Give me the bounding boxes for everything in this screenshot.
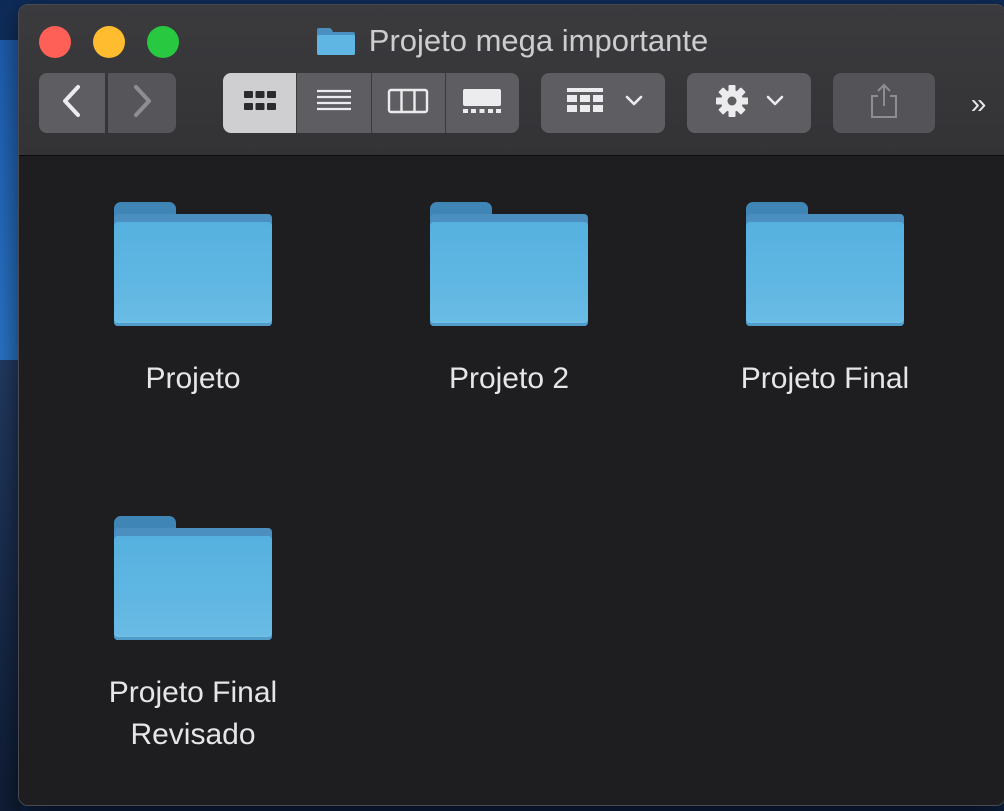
chevron-right-icon xyxy=(130,84,154,123)
chevron-down-icon xyxy=(625,94,643,112)
folder-item[interactable]: Projeto Final xyxy=(705,200,945,400)
chevron-down-icon xyxy=(766,94,784,112)
window-toolbar: Projeto mega importante » xyxy=(19,5,1004,156)
list-view-button[interactable] xyxy=(296,73,371,133)
group-by-icon xyxy=(563,85,607,122)
share-icon xyxy=(868,82,900,125)
icon-view-button[interactable] xyxy=(223,73,297,133)
toolbar-overflow-button[interactable]: » xyxy=(957,85,997,123)
folder-label: Projeto xyxy=(145,362,241,395)
folder-content-area: Projeto Projeto 2 Projeto Final Projeto … xyxy=(19,156,1004,805)
gallery-view-button[interactable] xyxy=(444,73,519,133)
columns-icon xyxy=(386,86,430,121)
folder-icon xyxy=(428,200,590,330)
forward-button[interactable] xyxy=(108,73,176,133)
folder-icon xyxy=(112,514,274,644)
gallery-icon xyxy=(460,86,504,121)
folder-icon xyxy=(112,200,274,330)
view-mode-selector xyxy=(223,73,519,133)
folder-item[interactable]: Projeto xyxy=(73,200,313,400)
folder-label: Projeto 2 xyxy=(448,362,570,395)
icon-grid-icon xyxy=(240,86,280,121)
list-icon xyxy=(314,86,354,121)
folder-item[interactable]: Projeto Final Revisado xyxy=(73,514,313,756)
chevron-left-icon xyxy=(60,84,84,123)
share-button[interactable] xyxy=(833,73,935,133)
folder-item[interactable]: Projeto 2 xyxy=(389,200,629,400)
finder-window: Projeto mega importante » Projeto Projet… xyxy=(18,4,1004,806)
back-button[interactable] xyxy=(39,73,105,133)
window-title-text: Projeto mega importante xyxy=(368,23,709,58)
window-title: Projeto mega importante xyxy=(19,19,1004,63)
folder-label: Projeto Final Revisado xyxy=(108,676,278,751)
gear-icon xyxy=(714,83,750,124)
folder-icon xyxy=(316,26,356,56)
folder-icon xyxy=(744,200,906,330)
group-by-button[interactable] xyxy=(541,73,665,133)
action-menu-button[interactable] xyxy=(687,73,811,133)
column-view-button[interactable] xyxy=(370,73,445,133)
folder-label: Projeto Final xyxy=(740,362,910,395)
